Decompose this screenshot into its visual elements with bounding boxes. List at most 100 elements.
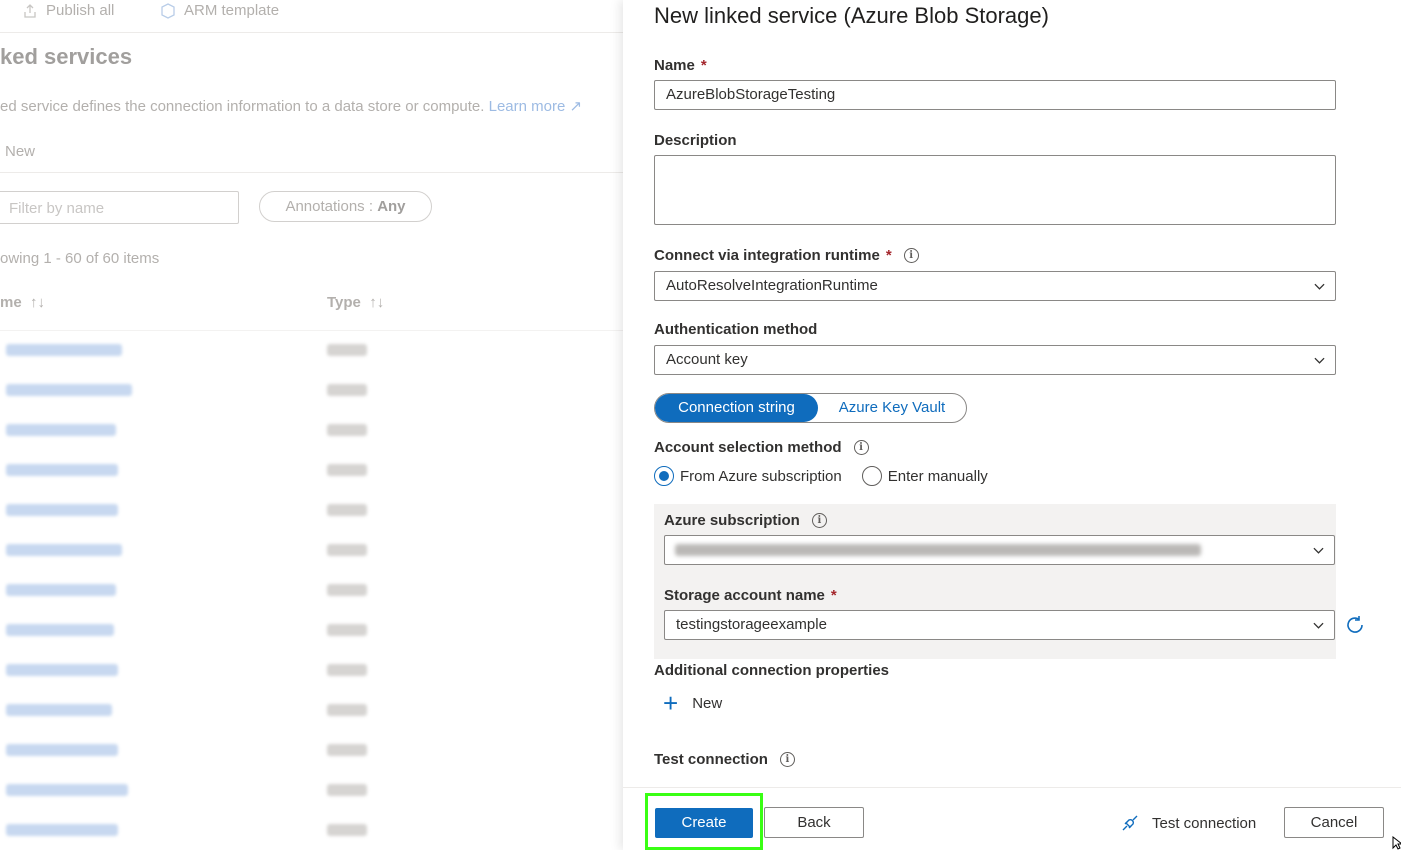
learn-more-link[interactable]: Learn more — [489, 98, 566, 115]
blurred-type — [327, 784, 367, 796]
blurred-type — [327, 344, 367, 356]
table-row[interactable] — [0, 570, 625, 610]
table-row[interactable] — [0, 410, 625, 450]
annotations-filter[interactable]: Annotations : Any — [259, 191, 432, 222]
mouse-cursor-icon — [1392, 836, 1401, 850]
info-icon[interactable]: i — [779, 752, 795, 767]
name-input[interactable]: AzureBlobStorageTesting — [654, 80, 1336, 110]
blurred-type — [327, 464, 367, 476]
blurred-name — [6, 384, 132, 396]
filter-input[interactable]: Filter by name — [0, 191, 239, 224]
table-row[interactable] — [0, 810, 625, 850]
upload-icon — [24, 3, 36, 18]
chevron-down-icon — [1313, 622, 1324, 629]
blurred-name — [6, 464, 118, 476]
blurred-name — [6, 784, 128, 796]
subscription-label: Azure subscription i — [664, 512, 827, 529]
table-row[interactable] — [0, 770, 625, 810]
info-icon[interactable]: i — [903, 248, 919, 263]
description-textarea[interactable] — [654, 155, 1336, 225]
storage-value: testingstorageexample — [676, 616, 827, 633]
additional-properties-label: Additional connection properties — [654, 662, 890, 679]
radio-from-subscription[interactable]: From Azure subscription — [654, 466, 842, 486]
blurred-subscription-value — [675, 544, 1201, 556]
new-linked-service-button[interactable]: New — [5, 143, 35, 160]
plus-icon: + — [663, 688, 679, 718]
storage-label: Storage account name * — [664, 587, 837, 604]
runtime-label: Connect via integration runtime * i — [654, 247, 919, 264]
blurred-type — [327, 544, 367, 556]
runtime-dropdown[interactable]: AutoResolveIntegrationRuntime — [654, 271, 1336, 301]
column-header-name[interactable]: me ↑↓ — [0, 294, 45, 311]
name-label: Name * — [654, 57, 707, 74]
add-property-label: New — [692, 694, 723, 712]
test-connection-label-text: Test connection — [654, 751, 768, 768]
account-selection-radios: From Azure subscription Enter manually — [654, 466, 988, 486]
connection-string-option[interactable]: Connection string — [655, 394, 818, 422]
annotations-value: Any — [377, 198, 406, 215]
name-label-text: Name — [654, 57, 695, 74]
name-column-label: me — [0, 294, 22, 311]
arm-template-button[interactable]: ARM template — [160, 2, 279, 19]
blurred-name — [6, 704, 112, 716]
blurred-type — [327, 744, 367, 756]
blurred-name — [6, 424, 116, 436]
refresh-icon[interactable] — [1343, 613, 1367, 637]
radio-enter-manually[interactable]: Enter manually — [861, 466, 988, 486]
blurred-name — [6, 664, 118, 676]
chevron-down-icon — [1314, 357, 1325, 364]
publish-all-button[interactable]: Publish all — [22, 2, 114, 19]
runtime-value: AutoResolveIntegrationRuntime — [666, 277, 878, 294]
cancel-button[interactable]: Cancel — [1284, 807, 1384, 838]
auth-dropdown[interactable]: Account key — [654, 345, 1336, 375]
test-connection-button[interactable]: Test connection — [1120, 808, 1256, 838]
required-mark: * — [830, 587, 837, 604]
sort-icon: ↑↓ — [25, 294, 46, 311]
storage-label-text: Storage account name — [664, 587, 825, 604]
table-row[interactable] — [0, 490, 625, 530]
add-property-button[interactable]: + New — [663, 688, 723, 718]
required-mark: * — [700, 57, 707, 74]
required-mark: * — [885, 247, 892, 264]
radio-unchecked-icon — [861, 466, 882, 486]
column-header-type[interactable]: Type ↑↓ — [327, 294, 384, 311]
subscription-dropdown[interactable] — [664, 535, 1335, 565]
table-row[interactable] — [0, 690, 625, 730]
publish-all-label: Publish all — [46, 2, 115, 19]
page-title: ked services — [0, 44, 133, 69]
test-connection-button-label: Test connection — [1152, 814, 1257, 832]
plug-icon — [1122, 815, 1138, 831]
test-connection-label: Test connection i — [654, 751, 795, 768]
table-row[interactable] — [0, 650, 625, 690]
table-row[interactable] — [0, 330, 625, 370]
chevron-down-icon — [1313, 547, 1324, 554]
storage-dropdown[interactable]: testingstorageexample — [664, 610, 1335, 640]
blurred-type — [327, 424, 367, 436]
blurred-type — [327, 624, 367, 636]
external-link-icon: ↗ — [569, 98, 583, 115]
table-row[interactable] — [0, 530, 625, 570]
key-vault-option[interactable]: Azure Key Vault — [818, 394, 966, 422]
info-icon[interactable]: i — [811, 513, 827, 528]
account-selection-text: Account selection method — [654, 439, 842, 456]
blurred-name — [6, 344, 122, 356]
connection-type-toggle: Connection string Azure Key Vault — [654, 393, 967, 423]
blurred-name — [6, 584, 116, 596]
back-button[interactable]: Back — [764, 807, 864, 838]
linked-service-panel: New linked service (Azure Blob Storage) … — [623, 0, 1401, 850]
sort-icon: ↑↓ — [365, 294, 385, 311]
radio-checked-icon — [654, 466, 674, 486]
table-row[interactable] — [0, 610, 625, 650]
blurred-type — [327, 584, 367, 596]
subscription-label-text: Azure subscription — [664, 512, 800, 529]
panel-title: New linked service (Azure Blob Storage) — [654, 3, 1049, 28]
arm-template-label: ARM template — [184, 2, 280, 19]
table-row[interactable] — [0, 450, 625, 490]
footer-divider — [623, 787, 1401, 788]
account-selection-label: Account selection method i — [654, 439, 869, 456]
blurred-name — [6, 624, 114, 636]
table-row[interactable] — [0, 370, 625, 410]
info-icon[interactable]: i — [853, 440, 869, 455]
blurred-type — [327, 384, 367, 396]
table-row[interactable] — [0, 730, 625, 770]
